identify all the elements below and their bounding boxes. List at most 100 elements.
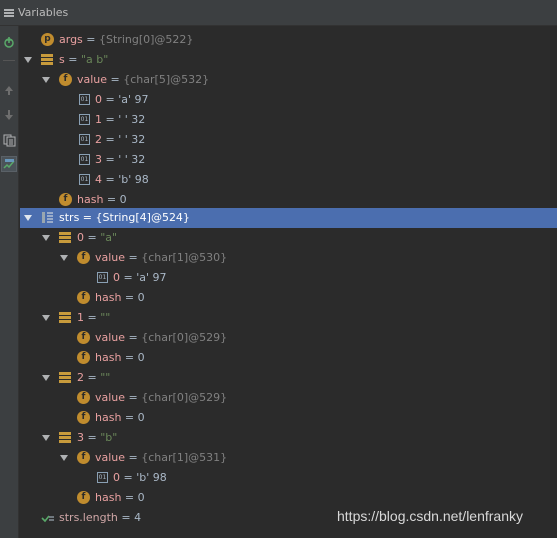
panel-menu-icon[interactable] <box>4 8 14 17</box>
object-icon <box>59 432 71 443</box>
copy-icon[interactable] <box>1 132 17 148</box>
tree-row-strs-3-value-0[interactable]: 01 0 = 'b' 98 <box>20 468 557 488</box>
expand-arrow-icon[interactable] <box>60 455 68 461</box>
up-arrow-icon[interactable] <box>1 82 17 98</box>
var-name: 3 <box>95 153 102 166</box>
var-name: 3 <box>77 431 84 444</box>
primitive-icon: 01 <box>97 472 108 483</box>
var-value: "b" <box>100 431 118 444</box>
equals-sign: = <box>84 431 101 444</box>
expand-arrow-icon[interactable] <box>42 235 50 241</box>
equals-sign: = <box>125 251 142 264</box>
equals-sign: = <box>121 291 138 304</box>
panel-title: Variables <box>18 6 69 19</box>
var-value: {String[4]@524} <box>95 211 190 224</box>
field-icon: f <box>77 351 90 364</box>
primitive-icon: 01 <box>79 134 90 145</box>
tree-row-strs-3-value[interactable]: f value = {char[1]@531} <box>20 448 557 468</box>
field-icon: f <box>77 251 90 264</box>
expand-arrow-icon[interactable] <box>42 375 50 381</box>
tree-row-strs-0-value[interactable]: f value = {char[1]@530} <box>20 248 557 268</box>
tree-row-strs-0[interactable]: 0 = "a" <box>20 228 557 248</box>
tree-row-strs-3-hash[interactable]: f hash = 0 <box>20 488 557 508</box>
equals-sign: = <box>84 231 101 244</box>
field-icon: f <box>59 73 72 86</box>
var-name: 4 <box>95 173 102 186</box>
var-value: {String[0]@522} <box>99 33 194 46</box>
tree-row-strs-0-value-0[interactable]: 01 0 = 'a' 97 <box>20 268 557 288</box>
tree-row-s-value-3[interactable]: 01 3 = ' ' 32 <box>20 150 557 170</box>
var-value: ' ' 32 <box>118 133 146 146</box>
expand-arrow-icon[interactable] <box>42 77 50 83</box>
tree-row-strs-2-hash[interactable]: f hash = 0 <box>20 408 557 428</box>
tree-row-s-value-4[interactable]: 01 4 = 'b' 98 <box>20 170 557 190</box>
equals-sign: = <box>102 113 119 126</box>
add-watch-icon[interactable] <box>1 34 17 50</box>
var-name: strs.length <box>59 511 118 524</box>
var-value: "a" <box>100 231 118 244</box>
tree-row-args[interactable]: p args = {String[0]@522} <box>20 30 557 50</box>
var-name: 0 <box>113 471 120 484</box>
object-icon <box>59 232 71 243</box>
expand-arrow-icon[interactable] <box>24 57 32 63</box>
expand-arrow-icon[interactable] <box>24 215 32 221</box>
tree-row-strs[interactable]: strs = {String[4]@524} <box>20 208 557 228</box>
object-icon <box>59 312 71 323</box>
tree-row-strs-0-hash[interactable]: f hash = 0 <box>20 288 557 308</box>
equals-sign: = <box>64 53 81 66</box>
field-icon: f <box>77 451 90 464</box>
primitive-icon: 01 <box>79 114 90 125</box>
var-value: 0 <box>137 351 145 364</box>
equals-sign: = <box>103 193 120 206</box>
field-icon: f <box>77 331 90 344</box>
tree-row-s-value[interactable]: f value = {char[5]@532} <box>20 70 557 90</box>
tree-row-s-value-2[interactable]: 01 2 = ' ' 32 <box>20 130 557 150</box>
var-name: 0 <box>113 271 120 284</box>
equals-sign: = <box>82 33 100 46</box>
tree-row-s-value-1[interactable]: 01 1 = ' ' 32 <box>20 110 557 130</box>
var-value: 'b' 98 <box>118 173 149 186</box>
var-value: ' ' 32 <box>118 153 146 166</box>
var-value: 0 <box>119 193 127 206</box>
tree-row-s-hash[interactable]: f hash = 0 <box>20 190 557 210</box>
primitive-icon: 01 <box>79 94 90 105</box>
var-value: "a b" <box>80 53 109 66</box>
down-arrow-icon[interactable] <box>1 107 17 123</box>
var-value: {char[1]@531} <box>141 451 228 464</box>
expand-arrow-icon[interactable] <box>42 315 50 321</box>
tree-row-s[interactable]: s = "a b" <box>20 50 557 70</box>
equals-sign: = <box>107 73 124 86</box>
equals-sign: = <box>84 371 101 384</box>
tree-row-strs-3[interactable]: 3 = "b" <box>20 428 557 448</box>
var-name: 1 <box>77 311 84 324</box>
primitive-icon: 01 <box>97 272 108 283</box>
watches-icon[interactable] <box>1 156 17 172</box>
var-value: {char[0]@529} <box>141 391 228 404</box>
var-name: 2 <box>77 371 84 384</box>
var-value: 'a' 97 <box>136 271 167 284</box>
equals-sign: = <box>102 153 119 166</box>
equals-sign: = <box>120 471 137 484</box>
equals-sign: = <box>117 511 135 524</box>
var-name: value <box>95 331 126 344</box>
watch-icon <box>41 512 55 523</box>
tree-row-strs-1[interactable]: 1 = "" <box>20 308 557 328</box>
tree-row-s-value-0[interactable]: 01 0 = 'a' 97 <box>20 90 557 110</box>
var-name: strs <box>59 211 80 224</box>
field-icon: f <box>77 411 90 424</box>
equals-sign: = <box>121 491 138 504</box>
tree-row-strs-2-value[interactable]: f value = {char[0]@529} <box>20 388 557 408</box>
var-name: value <box>95 251 126 264</box>
equals-sign: = <box>102 93 119 106</box>
tree-row-strs-1-hash[interactable]: f hash = 0 <box>20 348 557 368</box>
var-value: {char[1]@530} <box>141 251 228 264</box>
expand-arrow-icon[interactable] <box>60 255 68 261</box>
tree-row-strs-2[interactable]: 2 = "" <box>20 368 557 388</box>
tree-row-strs-1-value[interactable]: f value = {char[0]@529} <box>20 328 557 348</box>
field-icon: f <box>77 391 90 404</box>
var-value: 0 <box>137 411 145 424</box>
expand-arrow-icon[interactable] <box>42 435 50 441</box>
array-icon <box>41 211 54 224</box>
var-value: "" <box>100 371 111 384</box>
equals-sign: = <box>120 271 137 284</box>
